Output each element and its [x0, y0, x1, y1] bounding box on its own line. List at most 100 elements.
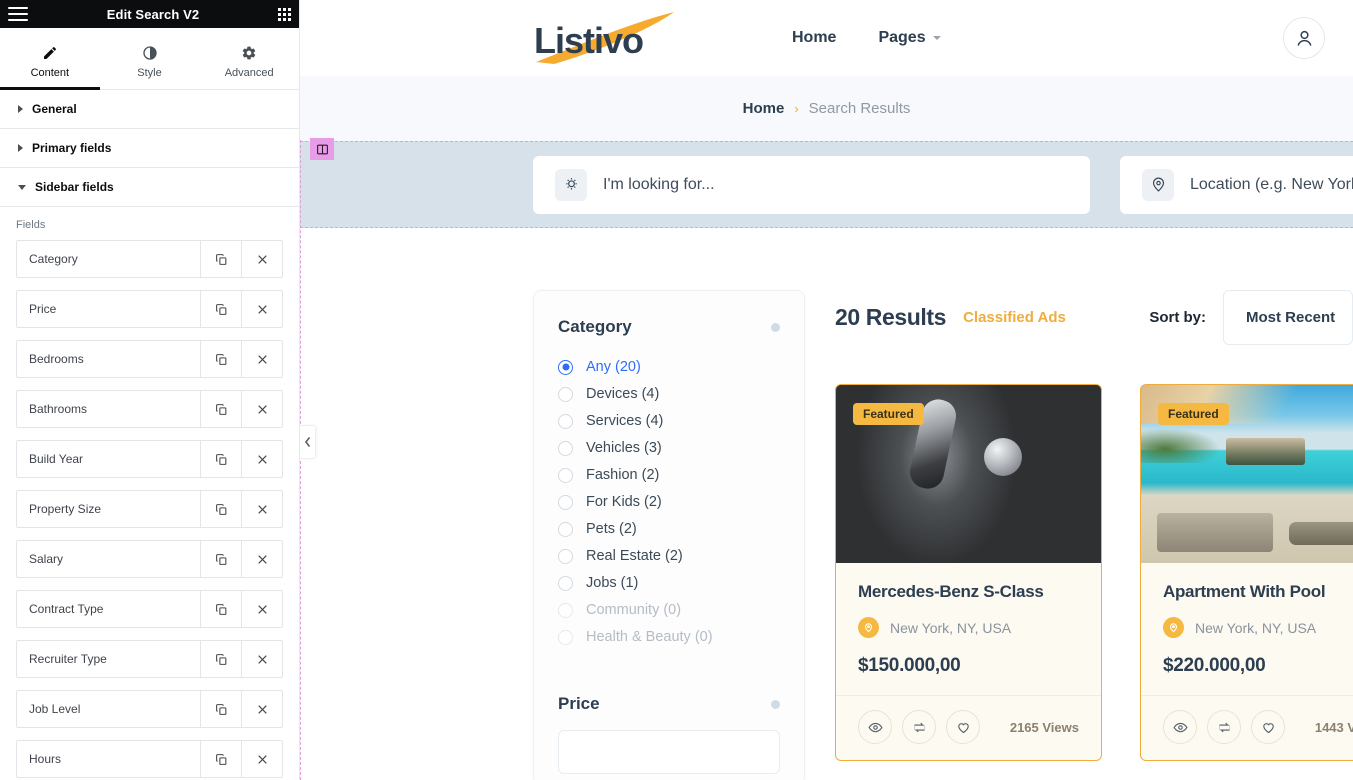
field-item[interactable]: Bathrooms [16, 390, 283, 428]
results-count: 20 Results [835, 304, 947, 330]
grid-apps-icon[interactable] [278, 7, 291, 21]
duplicate-icon[interactable] [200, 341, 241, 377]
search-location-field[interactable]: Location (e.g. New York) [1120, 155, 1353, 214]
listing-title: Mercedes-Benz S-Class [858, 582, 1044, 601]
radio-icon [558, 440, 573, 456]
close-icon[interactable] [241, 241, 282, 277]
search-keyword-field[interactable]: I'm looking for... [533, 155, 1090, 214]
field-item-label: Build Year [29, 452, 84, 466]
pencil-icon [42, 45, 58, 61]
close-icon[interactable] [241, 491, 282, 527]
field-item[interactable]: Recruiter Type [16, 640, 283, 678]
listing-card[interactable]: Featured Mercedes-Benz S-Class New York,… [835, 384, 1102, 761]
eye-icon[interactable] [1163, 710, 1197, 744]
chevron-down-icon [18, 184, 26, 190]
dot-toggle-icon[interactable] [771, 699, 780, 709]
svg-text:Listivo: Listivo [534, 20, 643, 61]
compare-icon[interactable] [1207, 710, 1241, 744]
filter-option-pets[interactable]: Pets (2) [558, 521, 780, 537]
section-primary-fields[interactable]: Primary fields [0, 129, 299, 168]
close-icon[interactable] [241, 641, 282, 677]
main-nav: Home Pages [792, 29, 941, 47]
duplicate-icon[interactable] [200, 291, 241, 327]
field-item[interactable]: Hours [16, 740, 283, 778]
filter-option-services[interactable]: Services (4) [558, 413, 780, 429]
duplicate-icon[interactable] [200, 491, 241, 527]
field-item[interactable]: Category [16, 240, 283, 278]
listing-card[interactable]: Featured Apartment With Pool New York, N… [1140, 384, 1353, 761]
radio-icon [558, 602, 573, 618]
close-icon[interactable] [241, 291, 282, 327]
duplicate-icon[interactable] [200, 241, 241, 277]
field-item[interactable]: Build Year [16, 440, 283, 478]
field-item[interactable]: Property Size [16, 490, 283, 528]
sort-value: Most Recent [1246, 309, 1336, 326]
close-icon[interactable] [241, 741, 282, 777]
listivo-logo[interactable]: Listivo [532, 8, 732, 68]
close-icon[interactable] [241, 341, 282, 377]
tab-style[interactable]: Style [100, 28, 200, 89]
radio-icon [558, 521, 573, 537]
close-icon[interactable] [241, 591, 282, 627]
duplicate-icon[interactable] [200, 741, 241, 777]
tab-content[interactable]: Content [0, 28, 100, 90]
duplicate-icon[interactable] [200, 441, 241, 477]
tab-advanced[interactable]: Advanced [199, 28, 299, 89]
close-icon[interactable] [241, 691, 282, 727]
widget-outline-bottom [300, 227, 1353, 228]
close-icon[interactable] [241, 391, 282, 427]
filter-option-label: Fashion (2) [586, 467, 660, 483]
duplicate-icon[interactable] [200, 641, 241, 677]
field-item[interactable]: Salary [16, 540, 283, 578]
duplicate-icon[interactable] [200, 691, 241, 727]
filter-option-any[interactable]: Any (20) [558, 359, 780, 375]
sort-select[interactable]: Most Recent [1223, 290, 1353, 345]
section-sidebar-fields[interactable]: Sidebar fields [0, 168, 299, 207]
divider [558, 663, 780, 664]
radio-icon [558, 548, 573, 564]
filter-option-real-estate[interactable]: Real Estate (2) [558, 548, 780, 564]
towel-roll-shape [1289, 522, 1353, 546]
user-avatar-icon[interactable] [1283, 17, 1325, 59]
duplicate-icon[interactable] [200, 591, 241, 627]
filter-option-for-kids[interactable]: For Kids (2) [558, 494, 780, 510]
sidebar-fields-body: Fields Category Price Bedrooms Bathrooms [0, 207, 299, 778]
field-item-label: Bedrooms [29, 352, 84, 366]
section-general[interactable]: General [0, 90, 299, 129]
close-icon[interactable] [241, 541, 282, 577]
heart-icon[interactable] [946, 710, 980, 744]
dot-toggle-icon[interactable] [771, 322, 780, 332]
panel-collapse-toggle[interactable] [300, 425, 316, 459]
listing-body: Mercedes-Benz S-Class New York, NY, USA … [836, 563, 1101, 677]
close-icon[interactable] [241, 441, 282, 477]
filter-option-label: Jobs (1) [586, 575, 639, 591]
compare-icon[interactable] [902, 710, 936, 744]
foliage-shape [1141, 427, 1221, 464]
breadcrumb-home[interactable]: Home [743, 100, 785, 117]
hamburger-icon[interactable] [8, 7, 28, 21]
duplicate-icon[interactable] [200, 391, 241, 427]
listing-body: Apartment With Pool New York, NY, USA $2… [1141, 563, 1353, 677]
columns-icon[interactable] [310, 138, 334, 160]
filter-option-jobs[interactable]: Jobs (1) [558, 575, 780, 591]
fields-label: Fields [16, 219, 46, 231]
sort-label: Sort by: [1149, 309, 1206, 326]
eye-icon[interactable] [858, 710, 892, 744]
field-item[interactable]: Job Level [16, 690, 283, 728]
filter-option-devices[interactable]: Devices (4) [558, 386, 780, 402]
map-pin-icon [858, 617, 879, 638]
listing-views: 2165 Views [1009, 719, 1079, 735]
duplicate-icon[interactable] [200, 541, 241, 577]
radio-icon [558, 467, 573, 483]
price-input[interactable] [558, 730, 780, 774]
heart-icon[interactable] [1251, 710, 1285, 744]
filter-option-label: Devices (4) [586, 386, 660, 402]
nav-item-home[interactable]: Home [792, 29, 836, 47]
field-item[interactable]: Price [16, 290, 283, 328]
filter-option-vehicles[interactable]: Vehicles (3) [558, 440, 780, 456]
field-item[interactable]: Contract Type [16, 590, 283, 628]
nav-item-pages[interactable]: Pages [878, 29, 941, 47]
filter-option-fashion[interactable]: Fashion (2) [558, 467, 780, 483]
widget-outline-top [300, 141, 1353, 142]
field-item[interactable]: Bedrooms [16, 340, 283, 378]
